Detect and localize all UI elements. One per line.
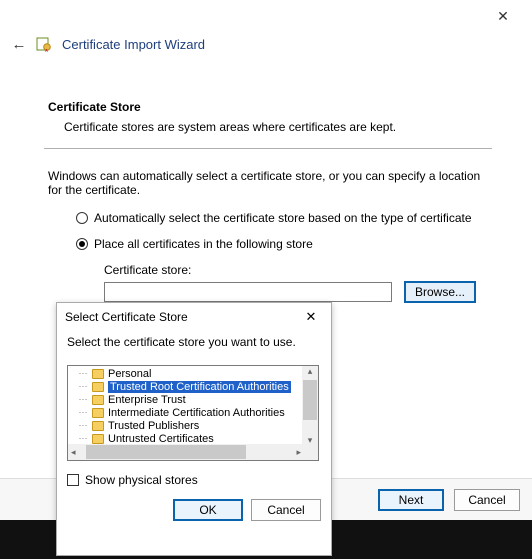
divider <box>44 148 492 149</box>
dialog-titlebar: Select Certificate Store ✕ <box>57 303 331 331</box>
checkbox-icon <box>67 474 79 486</box>
wizard-title: Certificate Import Wizard <box>62 37 205 52</box>
radio-auto-label: Automatically select the certificate sto… <box>94 211 472 225</box>
scrollbar-thumb[interactable] <box>303 380 317 420</box>
tree-item-label: Trusted Publishers <box>108 420 199 432</box>
show-physical-label: Show physical stores <box>85 473 198 487</box>
radio-icon <box>76 238 88 250</box>
scroll-left-icon[interactable]: ◂ <box>68 447 76 458</box>
tree-item-label: Personal <box>108 368 151 380</box>
horizontal-scrollbar[interactable]: ◂ ▸ <box>68 444 319 460</box>
show-physical-stores-checkbox[interactable]: Show physical stores <box>67 473 321 487</box>
tree-connector-icon: ⋯ <box>78 433 88 444</box>
folder-icon <box>92 408 104 418</box>
tree-connector-icon: ⋯ <box>78 381 88 392</box>
next-button[interactable]: Next <box>378 489 444 511</box>
folder-icon <box>92 382 104 392</box>
cancel-button[interactable]: Cancel <box>454 489 520 511</box>
scrollbar-thumb[interactable] <box>86 445 246 459</box>
select-store-dialog: Select Certificate Store ✕ Select the ce… <box>56 302 332 556</box>
radio-group: Automatically select the certificate sto… <box>76 211 488 251</box>
dialog-buttons: OK Cancel <box>57 487 331 531</box>
tree-item[interactable]: ⋯ Enterprise Trust <box>68 393 304 406</box>
store-label: Certificate store: <box>104 263 488 277</box>
store-input[interactable] <box>104 282 392 302</box>
close-icon[interactable]: ✕ <box>299 307 323 327</box>
radio-icon <box>76 212 88 224</box>
tree-item[interactable]: ⋯ Trusted Root Certification Authorities <box>68 380 304 393</box>
tree-connector-icon: ⋯ <box>78 394 88 405</box>
radio-manual[interactable]: Place all certificates in the following … <box>76 237 488 251</box>
section-description: Certificate stores are system areas wher… <box>64 120 488 134</box>
radio-auto[interactable]: Automatically select the certificate sto… <box>76 211 488 225</box>
store-field: Certificate store: Browse... <box>104 263 488 303</box>
store-tree[interactable]: ⋯ Personal ⋯ Trusted Root Certification … <box>67 365 319 461</box>
wizard-header: ← Certificate Import Wizard <box>12 36 205 52</box>
folder-icon <box>92 395 104 405</box>
folder-icon <box>92 434 104 444</box>
tree-connector-icon: ⋯ <box>78 368 88 379</box>
tree-item[interactable]: ⋯ Intermediate Certification Authorities <box>68 406 304 419</box>
folder-icon <box>92 421 104 431</box>
tree-item-label: Intermediate Certification Authorities <box>108 407 285 419</box>
tree-item[interactable]: ⋯ Personal <box>68 367 304 380</box>
dialog-description: Select the certificate store you want to… <box>67 335 321 349</box>
tree-item-label: Untrusted Certificates <box>108 433 214 445</box>
cancel-button[interactable]: Cancel <box>251 499 321 521</box>
certificate-icon <box>36 36 52 52</box>
close-icon[interactable]: ✕ <box>488 6 518 26</box>
scroll-right-icon[interactable]: ▸ <box>296 447 319 458</box>
folder-icon <box>92 369 104 379</box>
ok-button[interactable]: OK <box>173 499 243 521</box>
tree-item-label: Enterprise Trust <box>108 394 186 406</box>
dialog-title: Select Certificate Store <box>65 310 188 324</box>
tree-item[interactable]: ⋯ Trusted Publishers <box>68 419 304 432</box>
tree-item-label: Trusted Root Certification Authorities <box>108 381 291 393</box>
scroll-up-icon[interactable]: ▴ <box>308 366 313 377</box>
wizard-body: Certificate Store Certificate stores are… <box>48 100 488 303</box>
explain-text: Windows can automatically select a certi… <box>48 169 488 197</box>
vertical-scrollbar[interactable]: ▴ ▾ <box>302 366 318 446</box>
section-title: Certificate Store <box>48 100 488 114</box>
radio-manual-label: Place all certificates in the following … <box>94 237 313 251</box>
tree-connector-icon: ⋯ <box>78 420 88 431</box>
tree-items: ⋯ Personal ⋯ Trusted Root Certification … <box>68 366 304 446</box>
browse-button[interactable]: Browse... <box>404 281 476 303</box>
tree-connector-icon: ⋯ <box>78 407 88 418</box>
back-arrow-icon[interactable]: ← <box>12 37 26 51</box>
